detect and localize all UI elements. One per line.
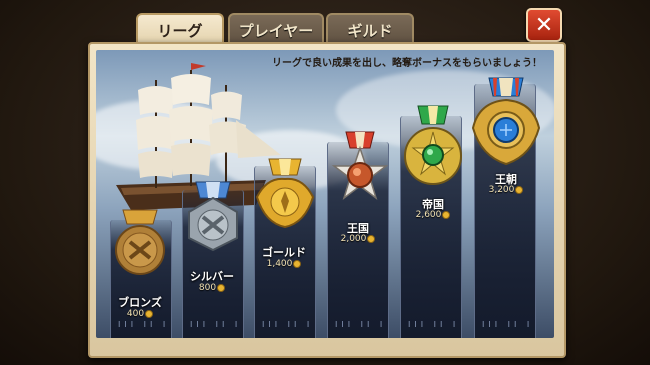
- dynasty-medal-icon[interactable]: [469, 76, 543, 170]
- league-requirement-empire: 2,600: [393, 210, 473, 220]
- close-button[interactable]: ✕: [526, 8, 562, 42]
- coin-icon: [442, 210, 451, 219]
- requirement-value: 400: [126, 309, 145, 319]
- league-requirement-gold: 1,400: [244, 259, 324, 269]
- coin-icon: [367, 234, 376, 243]
- requirement-value: 1,400: [266, 259, 293, 269]
- kingdom-medal-icon[interactable]: [328, 130, 392, 212]
- requirement-value: 3,200: [488, 185, 515, 195]
- tier-ticks: III II I: [118, 320, 170, 329]
- league-name-gold: ゴールド: [262, 246, 306, 259]
- bronze-medal-icon[interactable]: [113, 208, 167, 278]
- coin-icon: [515, 185, 524, 194]
- coin-icon: [293, 259, 302, 268]
- league-name-silver: シルバー: [190, 270, 234, 283]
- tab-guild-label: ギルド: [347, 21, 393, 40]
- league-requirement-silver: 800: [172, 283, 252, 293]
- tab-player[interactable]: プレイヤー: [228, 13, 324, 45]
- tab-player-label: プレイヤー: [238, 21, 314, 40]
- banner-text: リーグで良い成果を出し、略奪ボーナスをもらいましょう！: [272, 58, 542, 69]
- tier-ticks: III II I: [262, 320, 314, 329]
- empire-medal-icon[interactable]: [400, 104, 466, 190]
- league-name-bronze: ブロンズ: [118, 296, 162, 309]
- league-requirement-dynasty: 3,200: [466, 185, 546, 195]
- tier-ticks: III II I: [335, 320, 387, 329]
- tier-ticks: III II I: [408, 320, 460, 329]
- league-requirement-bronze: 400: [100, 309, 180, 319]
- tab-league-label: リーグ: [157, 21, 203, 40]
- league-requirement-kingdom: 2,000: [318, 234, 398, 244]
- tier-ticks: III II I: [190, 320, 242, 329]
- close-x-icon: ✕: [534, 12, 554, 38]
- coin-icon: [145, 309, 154, 318]
- gold-medal-icon[interactable]: [253, 157, 317, 229]
- requirement-value: 800: [198, 283, 217, 293]
- requirement-value: 2,600: [415, 210, 442, 220]
- tab-guild[interactable]: ギルド: [326, 13, 414, 45]
- tier-ticks: III II I: [482, 320, 534, 329]
- silver-medal-icon[interactable]: [184, 180, 242, 252]
- coin-icon: [217, 283, 226, 292]
- league-panel: リーグで良い成果を出し、略奪ボーナスをもらいましょう！ ブロンズ 400 シルバ…: [96, 50, 554, 338]
- requirement-value: 2,000: [340, 234, 367, 244]
- tab-league[interactable]: リーグ: [136, 13, 224, 45]
